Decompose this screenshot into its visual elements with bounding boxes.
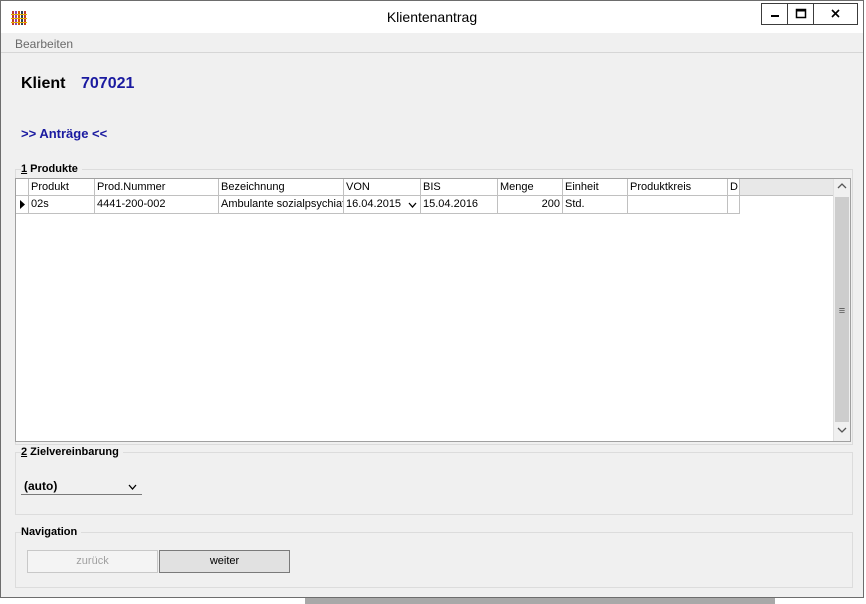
- menu-bar: Bearbeiten: [1, 33, 863, 53]
- chevron-down-icon: [128, 484, 137, 490]
- column-header-produkt[interactable]: Produkt: [29, 179, 95, 196]
- goal-group-title: 2 Zielvereinbarung: [21, 446, 123, 458]
- menu-item-bearbeiten[interactable]: Bearbeiten: [15, 37, 73, 51]
- antraege-link[interactable]: >> Anträge <<: [21, 126, 107, 141]
- window-title: Klientenantrag: [386, 9, 478, 25]
- chevron-up-icon: [837, 183, 847, 189]
- maximize-icon: [795, 8, 807, 19]
- goal-section-title: Zielvereinbarung: [27, 446, 119, 458]
- chevron-down-icon[interactable]: [408, 201, 417, 209]
- column-header-von[interactable]: VON: [344, 179, 421, 196]
- column-header-bis[interactable]: BIS: [421, 179, 498, 196]
- column-header-einheit[interactable]: Einheit: [563, 179, 628, 196]
- minimize-button[interactable]: [761, 3, 788, 25]
- scroll-up-button[interactable]: [834, 179, 850, 196]
- scroll-grip-icon: ≡: [838, 305, 846, 317]
- column-header-bezeichnung[interactable]: Bezeichnung: [219, 179, 344, 196]
- scroll-thumb[interactable]: ≡: [835, 197, 849, 422]
- minimize-icon: [771, 15, 779, 17]
- products-section-title: Produkte: [27, 163, 78, 175]
- back-button[interactable]: zurück: [27, 550, 158, 573]
- cell-menge[interactable]: 200: [498, 196, 563, 214]
- close-button[interactable]: [813, 3, 858, 25]
- title-bar: Klientenantrag: [1, 1, 863, 33]
- column-header-d[interactable]: D: [728, 179, 740, 196]
- column-header-produktkreis[interactable]: Produktkreis: [628, 179, 728, 196]
- cell-einheit[interactable]: Std.: [563, 196, 628, 214]
- products-grid[interactable]: Produkt Prod.Nummer Bezeichnung VON BIS …: [15, 178, 851, 442]
- row-indicator[interactable]: [16, 196, 29, 214]
- navigation-group-title: Navigation: [21, 526, 82, 538]
- column-header-prod-nummer[interactable]: Prod.Nummer: [95, 179, 219, 196]
- background-window-edge: [305, 598, 775, 604]
- cell-bis[interactable]: 15.04.2016: [421, 196, 498, 214]
- cell-von[interactable]: 16.04.2015: [344, 196, 421, 214]
- close-icon: [831, 9, 840, 18]
- cell-prod-nummer[interactable]: 4441-200-002: [95, 196, 219, 214]
- cell-von-value: 16.04.2015: [346, 198, 402, 210]
- client-application-window: Klientenantrag Bearbeiten Klient 707021 …: [0, 0, 864, 598]
- current-row-arrow-icon: [20, 200, 25, 209]
- grid-header: Produkt Prod.Nummer Bezeichnung VON BIS …: [16, 179, 740, 196]
- cell-bezeichnung[interactable]: Ambulante sozialpsychiatr: [219, 196, 344, 214]
- goal-select[interactable]: (auto): [21, 477, 142, 495]
- cell-d[interactable]: [728, 196, 740, 214]
- products-group-title: 1 Produkte: [21, 163, 82, 175]
- client-label: Klient: [21, 75, 66, 92]
- header-fill: [740, 179, 834, 196]
- chevron-down-icon: [837, 427, 847, 433]
- column-header-menge[interactable]: Menge: [498, 179, 563, 196]
- next-button[interactable]: weiter: [159, 550, 290, 573]
- client-number: 707021: [81, 75, 135, 92]
- goal-select-value: (auto): [24, 479, 58, 493]
- scroll-down-button[interactable]: [834, 423, 850, 440]
- cell-produkt[interactable]: 02s: [29, 196, 95, 214]
- cell-produktkreis[interactable]: [628, 196, 728, 214]
- grid-corner: [16, 179, 29, 196]
- vertical-scrollbar[interactable]: ≡: [833, 179, 850, 441]
- maximize-button[interactable]: [787, 3, 814, 25]
